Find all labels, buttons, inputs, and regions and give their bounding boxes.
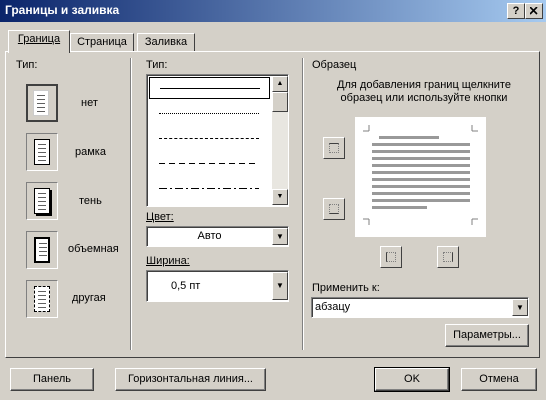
line-style-selected[interactable] <box>149 77 270 99</box>
width-combo[interactable]: 0,5 пт ▼ <box>146 270 289 302</box>
tab-border[interactable]: Граница <box>8 30 70 53</box>
setting-label-3d: объемная <box>68 243 119 255</box>
style-label: Тип: <box>146 59 168 71</box>
line-style-list[interactable]: ▲ ▼ <box>146 74 289 207</box>
left-border-button[interactable] <box>380 246 402 268</box>
width-label: Ширина: <box>146 255 190 267</box>
line-style-dashed[interactable] <box>159 138 259 139</box>
tab-page[interactable]: Страница <box>70 33 134 51</box>
color-dropdown-arrow[interactable]: ▼ <box>272 228 288 245</box>
separator <box>130 58 132 350</box>
bottom-border-button[interactable] <box>323 198 345 220</box>
setting-label-none: нет <box>81 97 98 109</box>
type-label: Тип: <box>16 59 38 71</box>
width-value: 0,5 пт <box>171 280 201 292</box>
color-label: Цвет: <box>146 211 174 223</box>
options-button[interactable]: Параметры... <box>445 324 529 347</box>
border-right-icon <box>443 252 453 262</box>
help-button[interactable]: ? <box>507 3 525 19</box>
scroll-thumb[interactable] <box>272 92 288 112</box>
scroll-down-button[interactable]: ▼ <box>272 189 288 205</box>
apply-to-dropdown-arrow[interactable]: ▼ <box>512 299 528 316</box>
apply-to-value: абзацу <box>315 301 351 313</box>
right-border-button[interactable] <box>437 246 459 268</box>
preview-hint: Для добавления границ щелкните образец и… <box>337 79 511 104</box>
scroll-up-button[interactable]: ▲ <box>272 76 288 92</box>
border-left-icon <box>386 252 396 262</box>
line-style-dotted[interactable] <box>159 113 259 114</box>
line-style-dashed-long[interactable] <box>159 163 259 164</box>
border-bottom-icon <box>329 204 339 214</box>
close-button[interactable] <box>525 3 543 19</box>
window-title: Границы и заливка <box>5 3 120 17</box>
line-style-dash-dot[interactable] <box>159 188 259 189</box>
setting-label-shadow: тень <box>79 195 102 207</box>
border-box-icon[interactable] <box>26 133 58 171</box>
color-combo[interactable]: Авто ▼ <box>146 226 289 247</box>
width-dropdown-arrow[interactable]: ▼ <box>272 272 288 300</box>
color-value: Авто <box>197 230 222 242</box>
setting-label-custom: другая <box>72 292 106 304</box>
border-custom-icon[interactable] <box>26 280 58 318</box>
border-3d-icon[interactable] <box>26 231 58 269</box>
preview-drawing <box>363 125 478 225</box>
separator <box>302 58 304 350</box>
horizontal-line-button[interactable]: Горизонтальная линия... <box>115 368 266 391</box>
border-none-icon[interactable] <box>26 84 58 122</box>
tab-shading[interactable]: Заливка <box>137 33 195 51</box>
preview-area[interactable] <box>355 117 486 237</box>
top-border-button[interactable] <box>323 137 345 159</box>
border-shadow-icon[interactable] <box>26 182 58 220</box>
toolbar-button[interactable]: Панель <box>10 368 94 391</box>
ok-button[interactable]: OK <box>374 367 450 392</box>
border-top-icon <box>329 143 339 153</box>
apply-to-label: Применить к: <box>312 282 380 294</box>
cancel-button[interactable]: Отмена <box>461 368 537 391</box>
preview-label: Образец <box>312 59 357 71</box>
apply-to-combo[interactable]: абзацу ▼ <box>311 297 529 318</box>
setting-label-box: рамка <box>75 146 106 158</box>
close-icon <box>529 6 538 15</box>
list-scrollbar[interactable]: ▲ ▼ <box>272 76 288 205</box>
